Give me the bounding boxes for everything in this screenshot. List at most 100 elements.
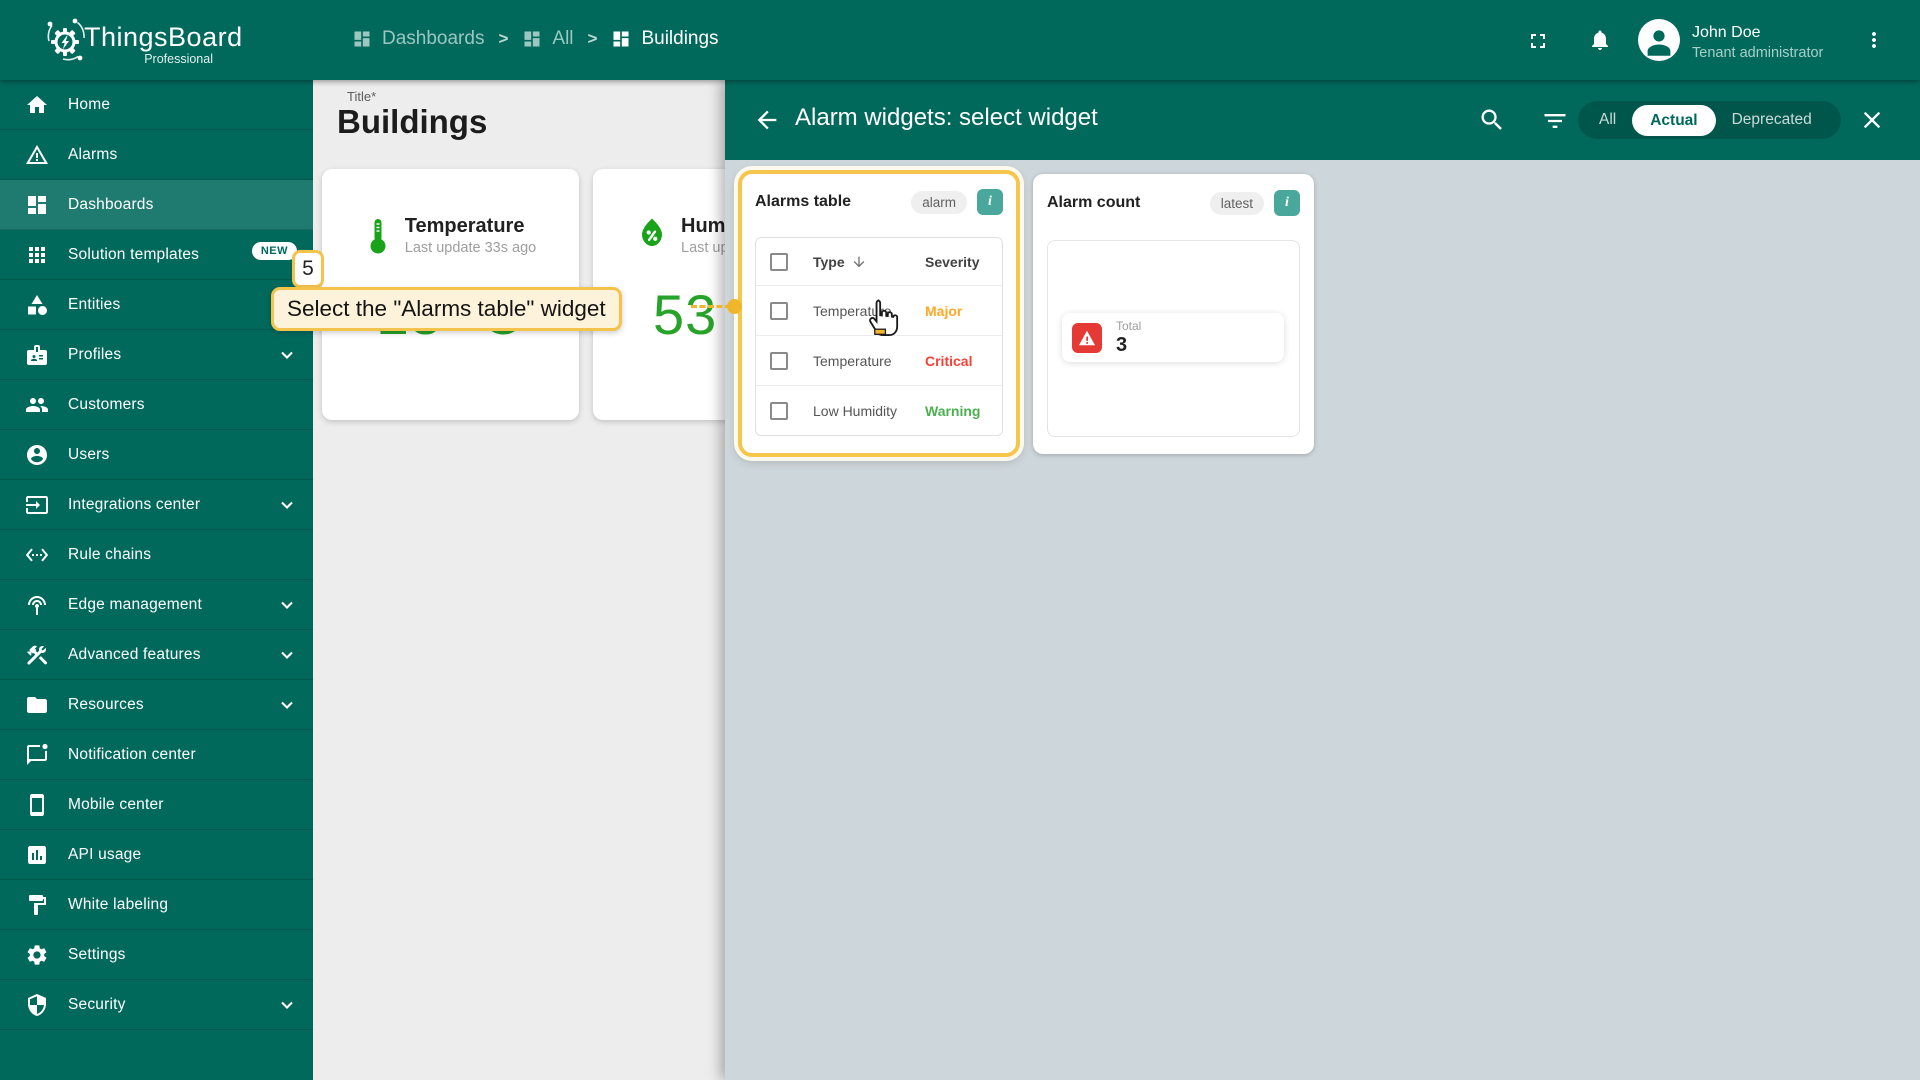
paint-roller-icon (25, 893, 49, 917)
shield-icon (25, 993, 49, 1017)
severity-column-header: Severity (925, 254, 979, 270)
user-avatar[interactable] (1638, 19, 1680, 61)
sidebar-item-label: White labeling (68, 896, 168, 914)
sidebar-item-label: Security (68, 996, 126, 1014)
sidebar-item-label: Solution templates (68, 246, 199, 264)
breadcrumb-all[interactable]: All (522, 28, 573, 50)
chevron-down-icon (277, 995, 297, 1015)
select-all-checkbox[interactable] (770, 253, 788, 271)
row-checkbox[interactable] (770, 302, 788, 320)
filter-tab-actual[interactable]: Actual (1632, 105, 1715, 136)
sidebar-item-white-labeling[interactable]: White labeling (0, 880, 313, 930)
dashboard-icon (522, 29, 542, 49)
user-name: John Doe (1692, 24, 1761, 42)
widget-card-title: Alarm count (1047, 194, 1210, 212)
widget-subtitle: Last update 33s ago (405, 240, 536, 256)
sidebar-item-solution-templates[interactable]: Solution templates NEW (0, 230, 313, 280)
row-checkbox[interactable] (770, 352, 788, 370)
chevron-down-icon (277, 595, 297, 615)
widget-title: Temperature (405, 215, 536, 238)
row-checkbox[interactable] (770, 402, 788, 420)
tooltip-connector-line (691, 305, 731, 308)
sidebar-item-rule-chains[interactable]: Rule chains (0, 530, 313, 580)
notifications-bell-button[interactable] (1588, 28, 1612, 52)
sidebar-item-customers[interactable]: Customers (0, 380, 313, 430)
brand-name: ThingsBoard (84, 22, 243, 53)
user-role: Tenant administrator (1692, 45, 1823, 61)
filter-tab-deprecated[interactable]: Deprecated (1716, 111, 1828, 129)
widget-tag-chip: alarm (911, 191, 967, 214)
sidebar-item-label: Edge management (68, 596, 202, 614)
sidebar-item-settings[interactable]: Settings (0, 930, 313, 980)
alarm-severity: Warning (925, 403, 980, 419)
sidebar-item-integrations-center[interactable]: Integrations center (0, 480, 313, 530)
alarm-type: Low Humidity (813, 403, 897, 419)
sidebar-item-label: Advanced features (68, 646, 201, 664)
sidebar-item-label: Users (68, 446, 109, 464)
chevron-down-icon (277, 695, 297, 715)
filter-tab-all[interactable]: All (1583, 111, 1632, 129)
onboarding-step-badge: 5 (292, 250, 324, 288)
dashboard-edit-area: Title* Buildings Temperature Last update… (313, 80, 725, 1080)
sidebar-item-home[interactable]: Home (0, 80, 313, 130)
bar-chart-icon (25, 843, 49, 867)
apps-grid-icon (25, 243, 49, 267)
chevron-down-icon (277, 345, 297, 365)
dashboard-title[interactable]: Buildings (337, 103, 487, 141)
widget-card-title: Alarms table (755, 193, 911, 211)
panel-header: Alarm widgets: select widget All Actual … (725, 80, 1920, 160)
back-arrow-button[interactable] (753, 106, 781, 134)
gear-icon (25, 943, 49, 967)
filter-icon[interactable] (1541, 107, 1569, 135)
table-row[interactable]: Low Humidity Warning (756, 385, 1002, 435)
sidebar-item-label: Alarms (68, 146, 117, 164)
info-button[interactable]: i (977, 189, 1003, 215)
dashboard-icon (611, 29, 631, 49)
alarm-severity: Major (925, 303, 962, 319)
panel-title: Alarm widgets: select widget (795, 104, 1098, 132)
breadcrumb-buildings[interactable]: Buildings (611, 28, 718, 50)
sidebar-item-edge-management[interactable]: Edge management (0, 580, 313, 630)
sort-arrow-down-icon[interactable] (851, 254, 867, 270)
sidebar-item-security[interactable]: Security (0, 980, 313, 1030)
widget-type-filter-group: All Actual Deprecated (1578, 101, 1841, 139)
sidebar-item-dashboards[interactable]: Dashboards (0, 180, 313, 230)
sidebar-item-alarms[interactable]: Alarms (0, 130, 313, 180)
tools-icon (25, 643, 49, 667)
sidebar-item-label: Integrations center (68, 496, 200, 514)
info-button[interactable]: i (1274, 190, 1300, 216)
new-badge: NEW (252, 242, 297, 260)
close-icon[interactable] (1858, 106, 1886, 134)
breadcrumb-dashboards[interactable]: Dashboards (352, 28, 484, 50)
fullscreen-button[interactable] (1526, 29, 1550, 53)
more-menu-button[interactable] (1862, 28, 1886, 52)
search-icon[interactable] (1478, 106, 1506, 134)
smartphone-icon (25, 793, 49, 817)
sidebar-item-resources[interactable]: Resources (0, 680, 313, 730)
sidebar-item-notification-center[interactable]: Notification center (0, 730, 313, 780)
sidebar-item-advanced-features[interactable]: Advanced features (0, 630, 313, 680)
sidebar-item-api-usage[interactable]: API usage (0, 830, 313, 880)
thingsboard-app: ThingsBoard Professional Dashboards > Al… (0, 0, 1920, 1080)
sidebar-item-users[interactable]: Users (0, 430, 313, 480)
widget-tag-chip: latest (1210, 192, 1264, 215)
sidebar-item-entities[interactable]: Entities (0, 280, 313, 330)
breadcrumb-label: Dashboards (382, 28, 484, 50)
sidebar-item-label: Customers (68, 396, 145, 414)
sidebar-item-profiles[interactable]: Profiles (0, 330, 313, 380)
person-icon (1638, 19, 1680, 61)
sidebar-item-label: Profiles (68, 346, 121, 364)
sidebar-item-mobile-center[interactable]: Mobile center (0, 780, 313, 830)
alarm-type: Temperature (813, 353, 892, 369)
breadcrumb-separator: > (498, 29, 508, 49)
humidity-drop-icon (637, 217, 667, 255)
total-label: Total (1116, 319, 1141, 333)
dashboard-title-field-label: Title* (347, 89, 376, 104)
breadcrumb-label: Buildings (641, 28, 718, 50)
onboarding-tooltip: Select the "Alarms table" widget (271, 287, 622, 331)
integration-input-icon (25, 493, 49, 517)
breadcrumb: Dashboards > All > Buildings (352, 28, 719, 50)
widget-card-alarm-count[interactable]: Alarm count latest i Total 3 (1033, 174, 1314, 454)
entities-shapes-icon (25, 293, 49, 317)
alarm-warning-icon (1072, 323, 1102, 353)
